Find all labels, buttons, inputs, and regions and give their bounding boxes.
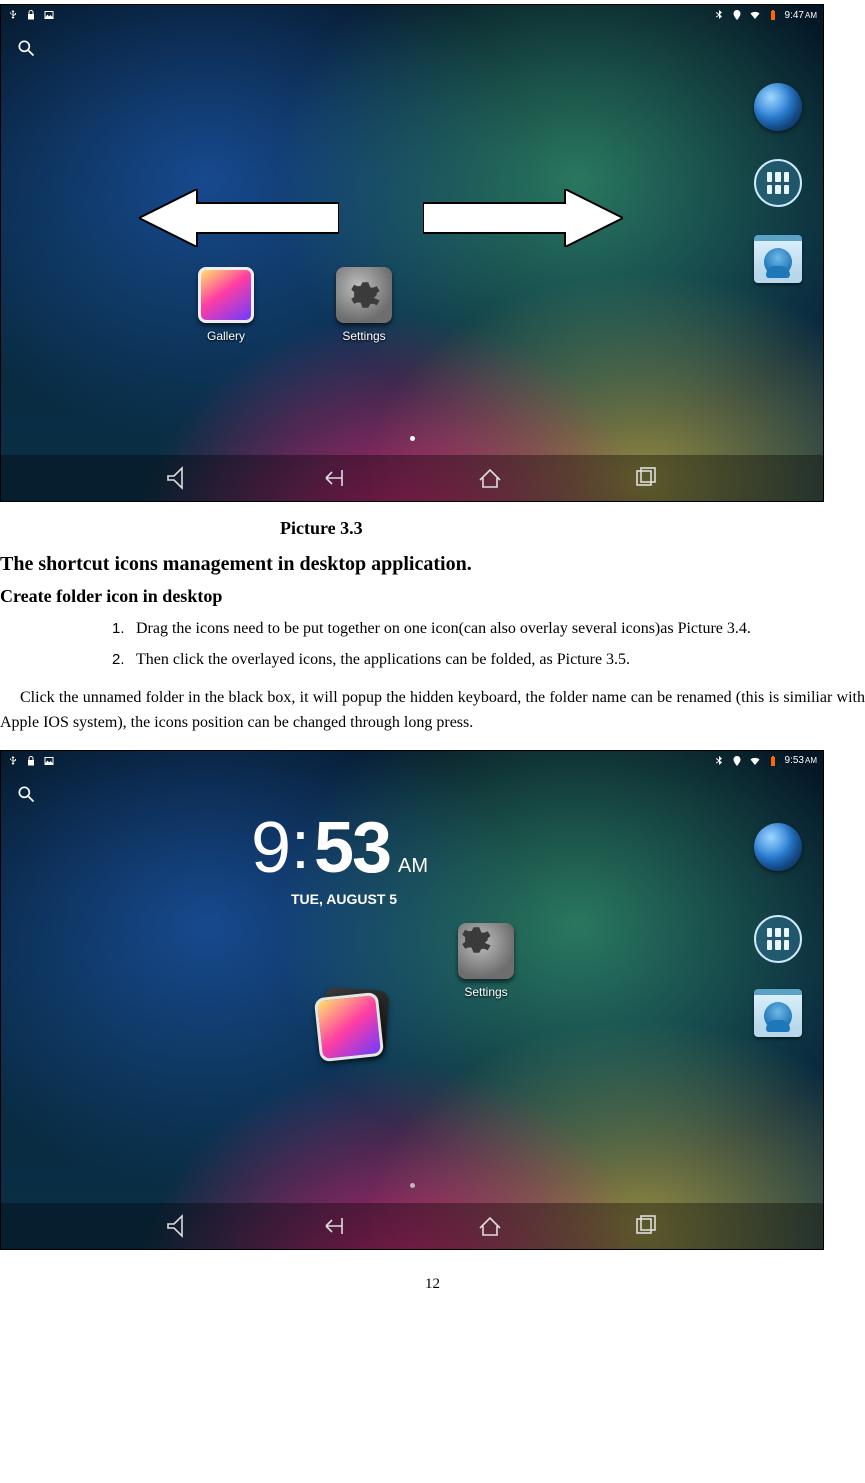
nav-back[interactable]: [316, 1212, 352, 1240]
folder-stack[interactable]: [317, 995, 381, 1059]
clock-widget[interactable]: 9 : 53 AM TUE, AUGUST 5: [251, 807, 428, 907]
list-item: 1. Drag the icons need to be put togethe…: [112, 617, 865, 642]
image-icon: [43, 9, 55, 21]
browser-button[interactable]: [754, 823, 802, 871]
contacts-icon: [754, 235, 802, 283]
nav-recents[interactable]: [628, 1212, 664, 1240]
browser-button[interactable]: [754, 83, 802, 131]
settings-icon: [336, 267, 392, 323]
app-settings[interactable]: Settings: [329, 267, 399, 343]
arrow-left-overlay: [139, 189, 339, 252]
arrow-right-overlay: [423, 189, 623, 252]
clock-colon: :: [289, 806, 314, 884]
list-number: 2.: [112, 648, 136, 673]
app-label: Settings: [342, 329, 385, 343]
search-button[interactable]: [15, 37, 37, 59]
app-label: Gallery: [207, 329, 245, 343]
nav-home[interactable]: [472, 1212, 508, 1240]
location-icon: [731, 755, 743, 767]
search-icon: [16, 38, 36, 58]
dock: [747, 5, 809, 445]
clock-minute: 53: [314, 807, 390, 889]
clock-ampm: AM: [398, 855, 428, 878]
page-number: 12: [0, 1276, 865, 1293]
status-bar: 9:47AM: [1, 5, 823, 25]
settings-icon: [458, 923, 514, 979]
list-text: Then click the overlayed icons, the appl…: [136, 648, 865, 673]
document-page: 9:47AM Gallery Settings: [0, 0, 865, 1313]
dock: [747, 751, 809, 1193]
clock-date: TUE, AUGUST 5: [291, 891, 397, 907]
usb-icon: [7, 9, 19, 21]
globe-icon: [754, 823, 802, 871]
usb-icon: [7, 755, 19, 767]
app-label: Settings: [464, 985, 507, 999]
body-paragraph: Click the unnamed folder in the black bo…: [0, 685, 865, 736]
nav-home[interactable]: [472, 464, 508, 492]
location-icon: [731, 9, 743, 21]
navigation-bar: [1, 455, 823, 501]
instruction-list: 1. Drag the icons need to be put togethe…: [112, 617, 865, 673]
gallery-icon: [198, 267, 254, 323]
globe-icon: [754, 83, 802, 131]
app-settings[interactable]: Settings: [451, 923, 521, 999]
folder-front-icon: [314, 992, 384, 1062]
search-button[interactable]: [15, 783, 37, 805]
nav-back[interactable]: [316, 464, 352, 492]
home-apps-row: Gallery Settings: [191, 267, 399, 343]
navigation-bar: [1, 1203, 823, 1249]
screenshot-picture-3-4: 9:53AM 9 : 53 AM TUE, AUGUST 5 Settings: [0, 750, 824, 1250]
list-item: 2. Then click the overlayed icons, the a…: [112, 648, 865, 673]
nav-recents[interactable]: [628, 464, 664, 492]
contacts-icon: [754, 989, 802, 1037]
subsection-heading: Create folder icon in desktop: [0, 586, 865, 607]
lock-icon: [25, 755, 37, 767]
nav-volume[interactable]: [160, 1212, 196, 1240]
list-text: Drag the icons need to be put together o…: [136, 617, 865, 642]
list-number: 1.: [112, 617, 136, 642]
lock-icon: [25, 9, 37, 21]
app-gallery[interactable]: Gallery: [191, 267, 261, 343]
bluetooth-icon: [713, 9, 725, 21]
apps-grid-icon: [754, 915, 802, 963]
image-icon: [43, 755, 55, 767]
wallpaper: [1, 5, 823, 501]
search-icon: [16, 784, 36, 804]
apps-grid-icon: [754, 159, 802, 207]
clock-hour: 9: [251, 807, 289, 889]
apps-drawer-button[interactable]: [754, 159, 802, 207]
apps-drawer-button[interactable]: [754, 915, 802, 963]
nav-volume[interactable]: [160, 464, 196, 492]
page-indicator: [1, 1181, 823, 1191]
page-indicator: [1, 433, 823, 443]
contacts-button[interactable]: [754, 235, 802, 283]
status-bar: 9:53AM: [1, 751, 823, 771]
bluetooth-icon: [713, 755, 725, 767]
figure-caption-3-3: Picture 3.3: [0, 502, 865, 549]
section-heading: The shortcut icons management in desktop…: [0, 553, 865, 576]
screenshot-picture-3-3: 9:47AM Gallery Settings: [0, 4, 824, 502]
contacts-button[interactable]: [754, 989, 802, 1037]
